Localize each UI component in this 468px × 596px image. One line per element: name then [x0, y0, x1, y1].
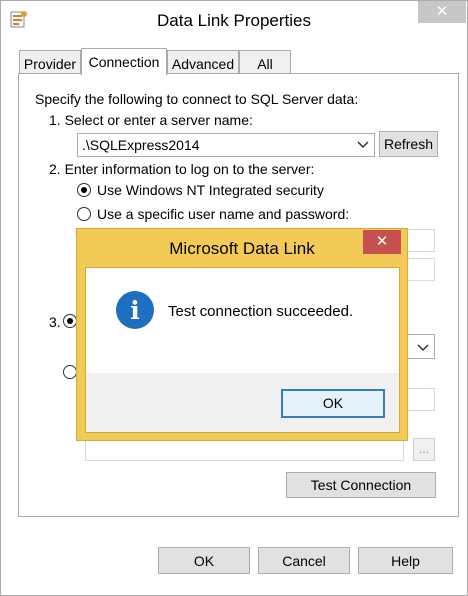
server-name-combobox[interactable]: .\SQLExpress2014 [77, 133, 375, 157]
tab-advanced[interactable]: Advanced [167, 50, 239, 74]
dialog-message: Test connection succeeded. [168, 303, 354, 320]
radio-specific-label: Use a specific user name and password: [97, 206, 350, 222]
tab-provider[interactable]: Provider [19, 50, 81, 74]
ok-button[interactable]: OK [158, 547, 250, 574]
tab-all[interactable]: All [239, 50, 291, 74]
logical-name-field[interactable] [85, 438, 404, 461]
refresh-button[interactable]: Refresh [379, 131, 438, 157]
radio-database-on-server[interactable] [63, 314, 77, 328]
step2-label: 2. Enter information to log on to the se… [49, 161, 315, 177]
chevron-down-icon[interactable] [356, 137, 370, 154]
radio-windows-nt-label: Use Windows NT Integrated security [97, 182, 324, 198]
tab-connection[interactable]: Connection [81, 48, 167, 75]
radio-attach-database-file[interactable] [63, 365, 77, 379]
browse-button[interactable]: ... [413, 438, 435, 461]
information-icon: i [116, 291, 154, 329]
server-name-value: .\SQLExpress2014 [82, 137, 200, 153]
radio-specific-credentials[interactable] [77, 207, 91, 221]
connection-intro-text: Specify the following to connect to SQL … [35, 91, 359, 107]
dialog-ok-button[interactable]: OK [281, 389, 385, 418]
cancel-button[interactable]: Cancel [258, 547, 350, 574]
chevron-down-icon[interactable] [416, 340, 430, 357]
window-close-button[interactable]: ✕ [418, 1, 466, 23]
dialog-close-button[interactable]: ✕ [363, 230, 401, 254]
step3-number: 3. [49, 314, 61, 330]
microsoft-data-link-dialog: Microsoft Data Link ✕ i Test connection … [76, 228, 408, 441]
help-button[interactable]: Help [358, 547, 453, 574]
dialog-button-bar: OK [86, 373, 399, 432]
radio-windows-nt-security[interactable] [77, 183, 91, 197]
step1-label: 1. Select or enter a server name: [49, 112, 253, 128]
information-icon-glyph: i [130, 296, 140, 325]
dialog-body: i Test connection succeeded. OK [85, 267, 400, 433]
title-bar: Data Link Properties ✕ [1, 1, 467, 41]
window-title: Data Link Properties [156, 11, 312, 30]
test-connection-button[interactable]: Test Connection [286, 472, 436, 498]
dialog-title: Microsoft Data Link [169, 239, 315, 258]
